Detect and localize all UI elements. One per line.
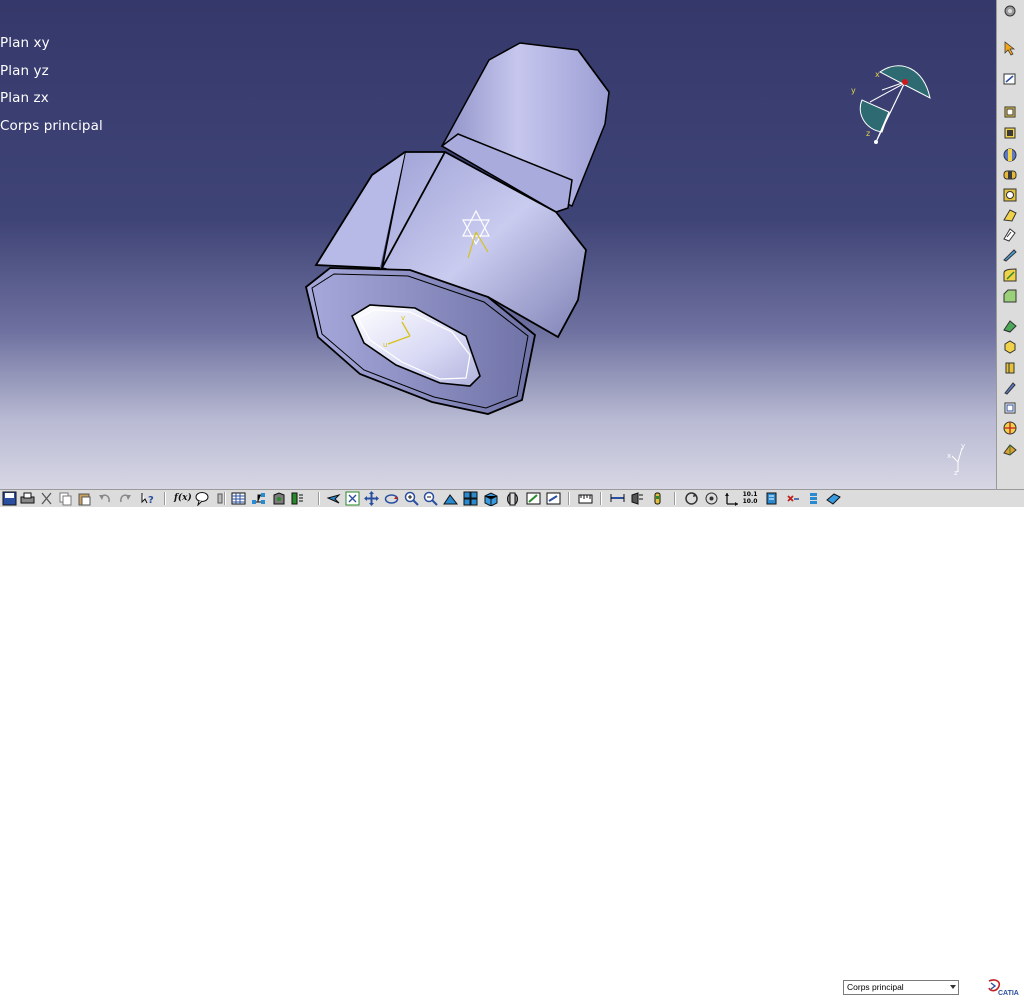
triad-x-label: x bbox=[947, 452, 951, 460]
triad-z-label: z bbox=[954, 469, 958, 476]
triad-y-label: y bbox=[961, 442, 965, 450]
bottom-toolbar: ? f(x) 10.1 10.0 Corps principal CATIA bbox=[0, 489, 1024, 997]
compass-red-dot-icon[interactable] bbox=[902, 79, 908, 85]
measure-inertia-icon[interactable] bbox=[650, 491, 665, 506]
thickness-icon[interactable] bbox=[1002, 360, 1018, 376]
copy-icon[interactable] bbox=[58, 491, 73, 506]
shaft-revolve-icon[interactable] bbox=[1002, 147, 1018, 163]
swap-visible-space-icon[interactable] bbox=[546, 491, 561, 506]
table-icon[interactable] bbox=[231, 491, 246, 506]
groove-icon[interactable] bbox=[1002, 167, 1018, 183]
tree-item-corps-principal[interactable]: Corps principal bbox=[0, 113, 103, 141]
current-body-value: Corps principal bbox=[847, 982, 904, 992]
settings-gear-icon[interactable] bbox=[1002, 3, 1018, 19]
measure-between-icon[interactable] bbox=[610, 491, 625, 506]
catia-logo: CATIA bbox=[988, 979, 1019, 997]
redo-icon[interactable] bbox=[118, 491, 133, 506]
catalog-icon[interactable] bbox=[272, 491, 287, 506]
undo-icon[interactable] bbox=[97, 491, 112, 506]
tree-item-plan-zx[interactable]: Plan zx bbox=[0, 85, 103, 113]
specification-tree: Plan xy Plan yz Plan zx Corps principal bbox=[0, 30, 103, 140]
save-icon[interactable] bbox=[2, 491, 17, 506]
hierarchy-tree-icon[interactable] bbox=[251, 491, 266, 506]
remove-face-icon[interactable] bbox=[1002, 400, 1018, 416]
axis-triad: y x z bbox=[947, 442, 965, 476]
update-icon[interactable] bbox=[684, 491, 699, 506]
part-axis-u-label: u bbox=[383, 341, 387, 349]
compass-z-label: z bbox=[866, 129, 870, 138]
draft-icon[interactable] bbox=[1002, 318, 1018, 334]
multi-section-icon[interactable] bbox=[1002, 247, 1018, 263]
analysis-icon[interactable] bbox=[764, 491, 779, 506]
hole-icon[interactable] bbox=[1002, 187, 1018, 203]
zoom-in-icon[interactable] bbox=[404, 491, 419, 506]
formula-icon[interactable]: f(x) bbox=[174, 491, 192, 506]
slot-icon[interactable] bbox=[1002, 227, 1018, 243]
stack-icon[interactable] bbox=[806, 491, 821, 506]
shading-icon[interactable] bbox=[505, 491, 520, 506]
compass-widget[interactable]: x y z bbox=[846, 60, 936, 150]
compass-y-label: y bbox=[851, 86, 856, 95]
svg-text:?: ? bbox=[148, 495, 154, 506]
zoom-out-icon[interactable] bbox=[423, 491, 438, 506]
measure-icon[interactable] bbox=[578, 491, 593, 506]
normal-view-icon[interactable] bbox=[443, 491, 458, 506]
rib-icon[interactable] bbox=[1002, 207, 1018, 223]
hide-show-icon[interactable] bbox=[526, 491, 541, 506]
catia-logo-text: CATIA bbox=[998, 990, 1019, 997]
rotate-icon[interactable] bbox=[384, 491, 399, 506]
fly-mode-icon[interactable] bbox=[326, 491, 341, 506]
current-body-select[interactable]: Corps principal bbox=[843, 980, 959, 995]
pad-icon[interactable] bbox=[1002, 104, 1018, 120]
knowledge-advisor-icon[interactable] bbox=[195, 491, 210, 506]
right-toolbar bbox=[996, 0, 1024, 489]
pan-icon[interactable] bbox=[364, 491, 379, 506]
measure-item-icon[interactable] bbox=[630, 491, 645, 506]
publication-icon[interactable] bbox=[290, 491, 305, 506]
refresh-icon[interactable] bbox=[704, 491, 719, 506]
whats-this-help-icon[interactable]: ? bbox=[140, 491, 155, 506]
paste-icon[interactable] bbox=[77, 491, 92, 506]
translate-icon[interactable] bbox=[1002, 420, 1018, 436]
scale-ratio-icon[interactable]: 10.1 10.0 bbox=[742, 491, 758, 505]
pocket-icon[interactable] bbox=[1002, 125, 1018, 141]
shell-icon[interactable] bbox=[1002, 339, 1018, 355]
chamfer-icon[interactable] bbox=[1002, 288, 1018, 304]
thread-icon[interactable] bbox=[1002, 380, 1018, 396]
part-body-3d[interactable]: u v bbox=[300, 40, 620, 420]
fillet-icon[interactable] bbox=[1002, 267, 1018, 283]
3d-viewport[interactable]: Plan xy Plan yz Plan zx Corps principal bbox=[0, 0, 996, 489]
axis-system-icon[interactable] bbox=[724, 491, 739, 506]
define-in-work-object-icon[interactable] bbox=[826, 491, 841, 506]
print-icon[interactable] bbox=[20, 491, 35, 506]
mirror-icon[interactable] bbox=[1002, 441, 1018, 457]
check-error-icon[interactable] bbox=[785, 491, 800, 506]
select-arrow-icon[interactable] bbox=[1002, 40, 1018, 56]
part-axis-v-label: v bbox=[401, 314, 405, 322]
tree-item-plan-yz[interactable]: Plan yz bbox=[0, 58, 103, 86]
iso-view-icon[interactable] bbox=[483, 491, 498, 506]
multi-view-icon[interactable] bbox=[463, 491, 478, 506]
compass-x-label: x bbox=[875, 70, 880, 79]
tree-item-plan-xy[interactable]: Plan xy bbox=[0, 30, 103, 58]
chevron-down-icon[interactable] bbox=[950, 985, 956, 989]
sketcher-icon[interactable] bbox=[1002, 71, 1018, 87]
cut-icon[interactable] bbox=[39, 491, 54, 506]
fit-all-in-icon[interactable] bbox=[345, 491, 360, 506]
